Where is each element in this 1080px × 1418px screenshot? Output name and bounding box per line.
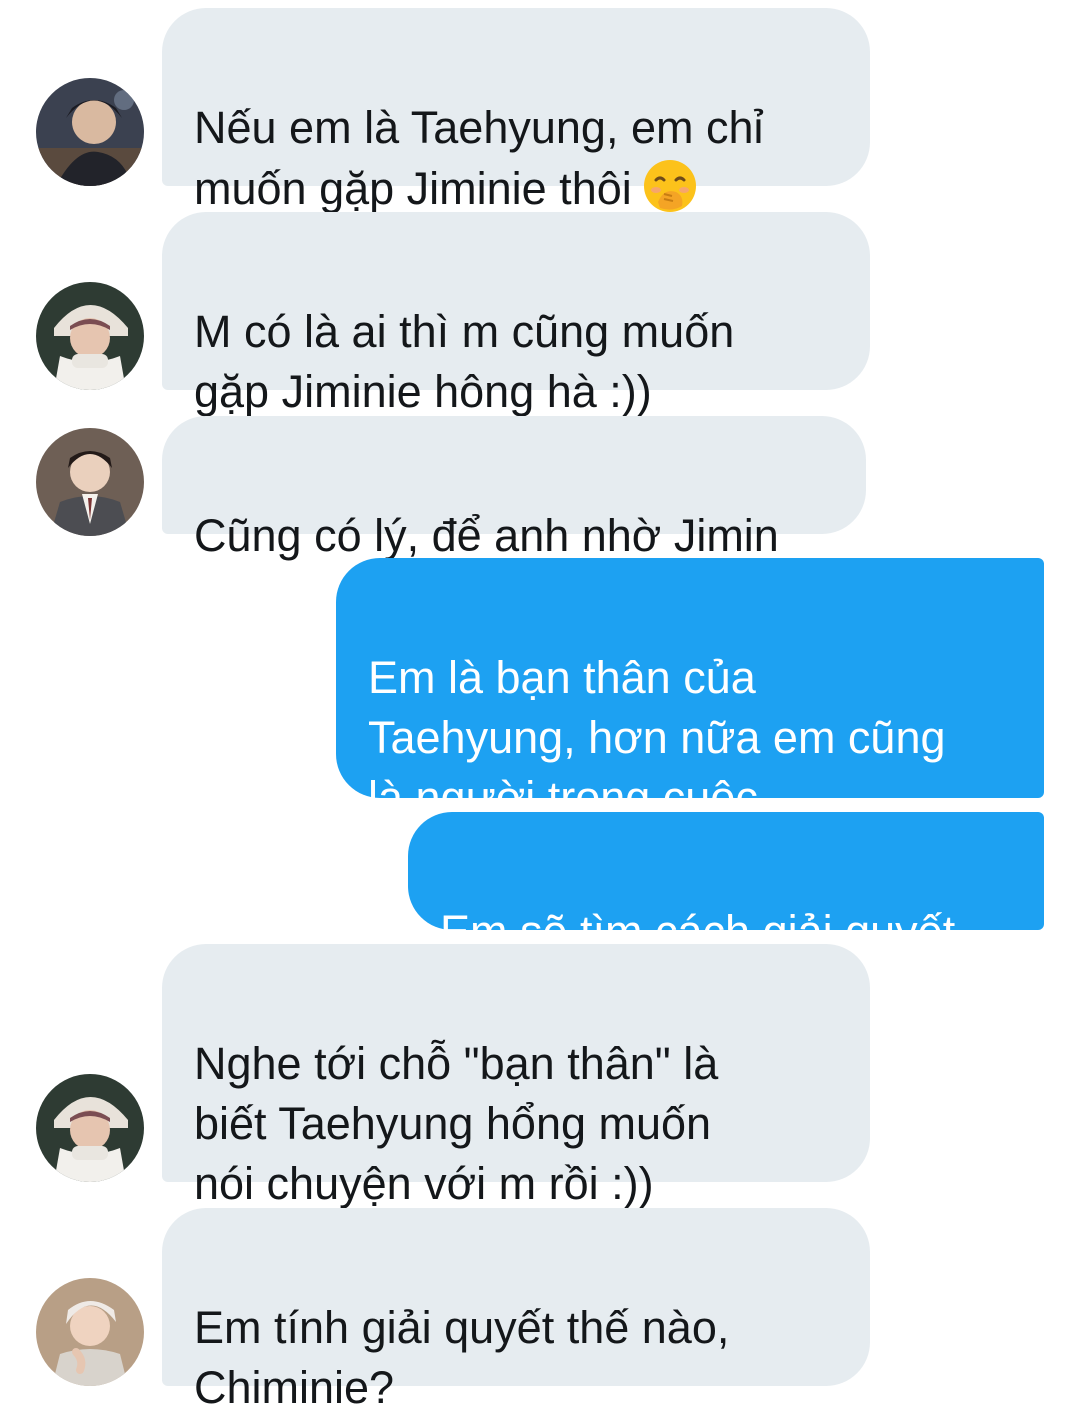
avatar-light-hair-icon[interactable] — [36, 1278, 144, 1386]
message-bubble-outgoing[interactable]: Em là bạn thân của Taehyung, hơn nữa em … — [336, 558, 1044, 823]
message-bubble-incoming[interactable]: M có là ai thì m cũng muốn gặp Jiminie h… — [162, 212, 870, 417]
message-text: Em tính giải quyết thế nào, Chiminie? — [194, 1302, 730, 1413]
avatar-suit-icon[interactable] — [36, 428, 144, 536]
avatar-dark-hair-icon[interactable] — [36, 78, 144, 186]
message-bubble-incoming[interactable]: Nếu em là Taehyung, em chỉ muốn gặp Jimi… — [162, 8, 870, 214]
message-thread: Nếu em là Taehyung, em chỉ muốn gặp Jimi… — [0, 0, 1080, 1413]
message-bubble-incoming[interactable]: Cũng có lý, để anh nhờ Jimin — [162, 416, 866, 561]
message-bubble-outgoing[interactable]: Em sẽ tìm cách giải quyết — [408, 812, 1044, 957]
message-text: Em là bạn thân của Taehyung, hơn nữa em … — [368, 652, 946, 823]
message-bubble-incoming[interactable]: Nghe tới chỗ "bạn thân" là biết Taehyung… — [162, 944, 870, 1209]
message-text: Nghe tới chỗ "bạn thân" là biết Taehyung… — [194, 1038, 719, 1209]
message-bubble-incoming[interactable]: Em tính giải quyết thế nào, Chiminie? — [162, 1208, 870, 1413]
avatar-white-hat-icon[interactable] — [36, 1074, 144, 1182]
message-text: M có là ai thì m cũng muốn gặp Jiminie h… — [194, 306, 735, 417]
hand-over-mouth-emoji-icon — [642, 158, 698, 214]
message-text: Cũng có lý, để anh nhờ Jimin — [194, 510, 779, 561]
avatar-white-hat-icon[interactable] — [36, 282, 144, 390]
